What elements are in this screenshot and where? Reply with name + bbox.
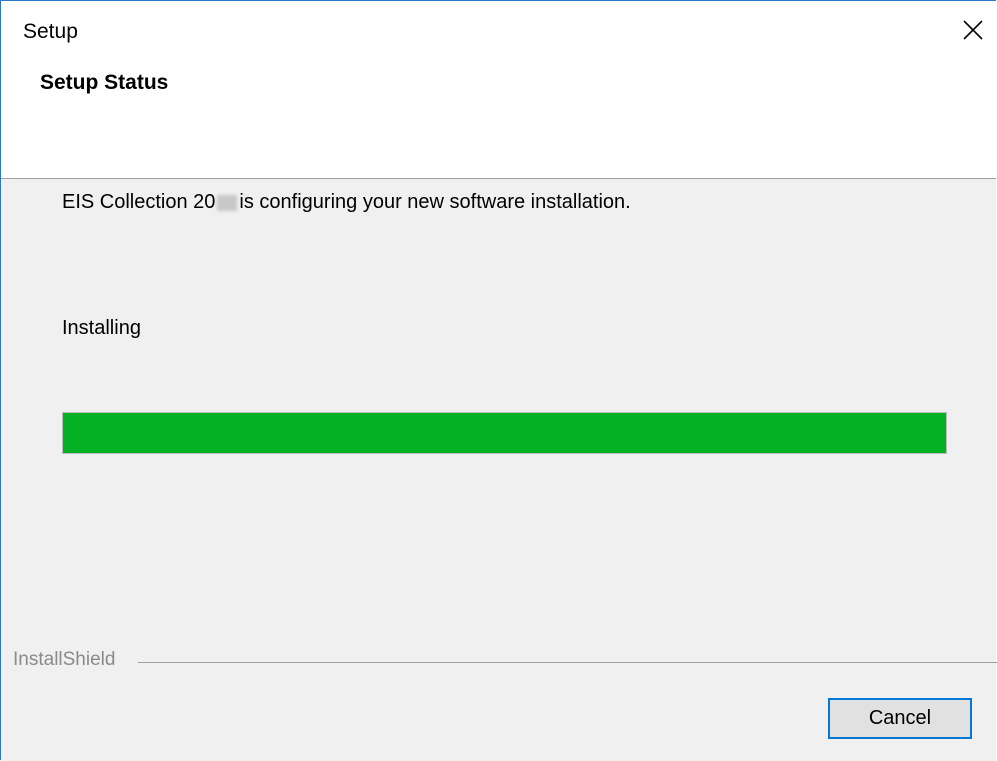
status-message: EIS Collection 20 is configuring your new… bbox=[62, 191, 631, 214]
brand-label: InstallShield bbox=[13, 649, 122, 671]
progress-bar-fill bbox=[63, 413, 946, 453]
setup-dialog: Setup Setup Status EIS Collection 20 is c… bbox=[0, 0, 997, 761]
message-prefix: EIS Collection 20 bbox=[62, 191, 216, 213]
window-title: Setup bbox=[23, 20, 78, 43]
close-button[interactable] bbox=[950, 7, 996, 53]
progress-status-label: Installing bbox=[62, 317, 141, 339]
installshield-branding: InstallShield bbox=[13, 649, 997, 677]
title-bar: Setup bbox=[1, 1, 996, 63]
progress-bar bbox=[62, 412, 947, 454]
close-icon bbox=[963, 20, 983, 40]
header-band: Setup Status bbox=[1, 63, 996, 179]
page-title: Setup Status bbox=[40, 71, 169, 94]
cancel-button[interactable]: Cancel bbox=[828, 698, 972, 739]
message-suffix: is configuring your new software install… bbox=[239, 191, 631, 213]
branding-divider bbox=[138, 662, 997, 663]
redacted-year bbox=[217, 194, 238, 211]
content-panel: EIS Collection 20 is configuring your new… bbox=[1, 179, 997, 761]
